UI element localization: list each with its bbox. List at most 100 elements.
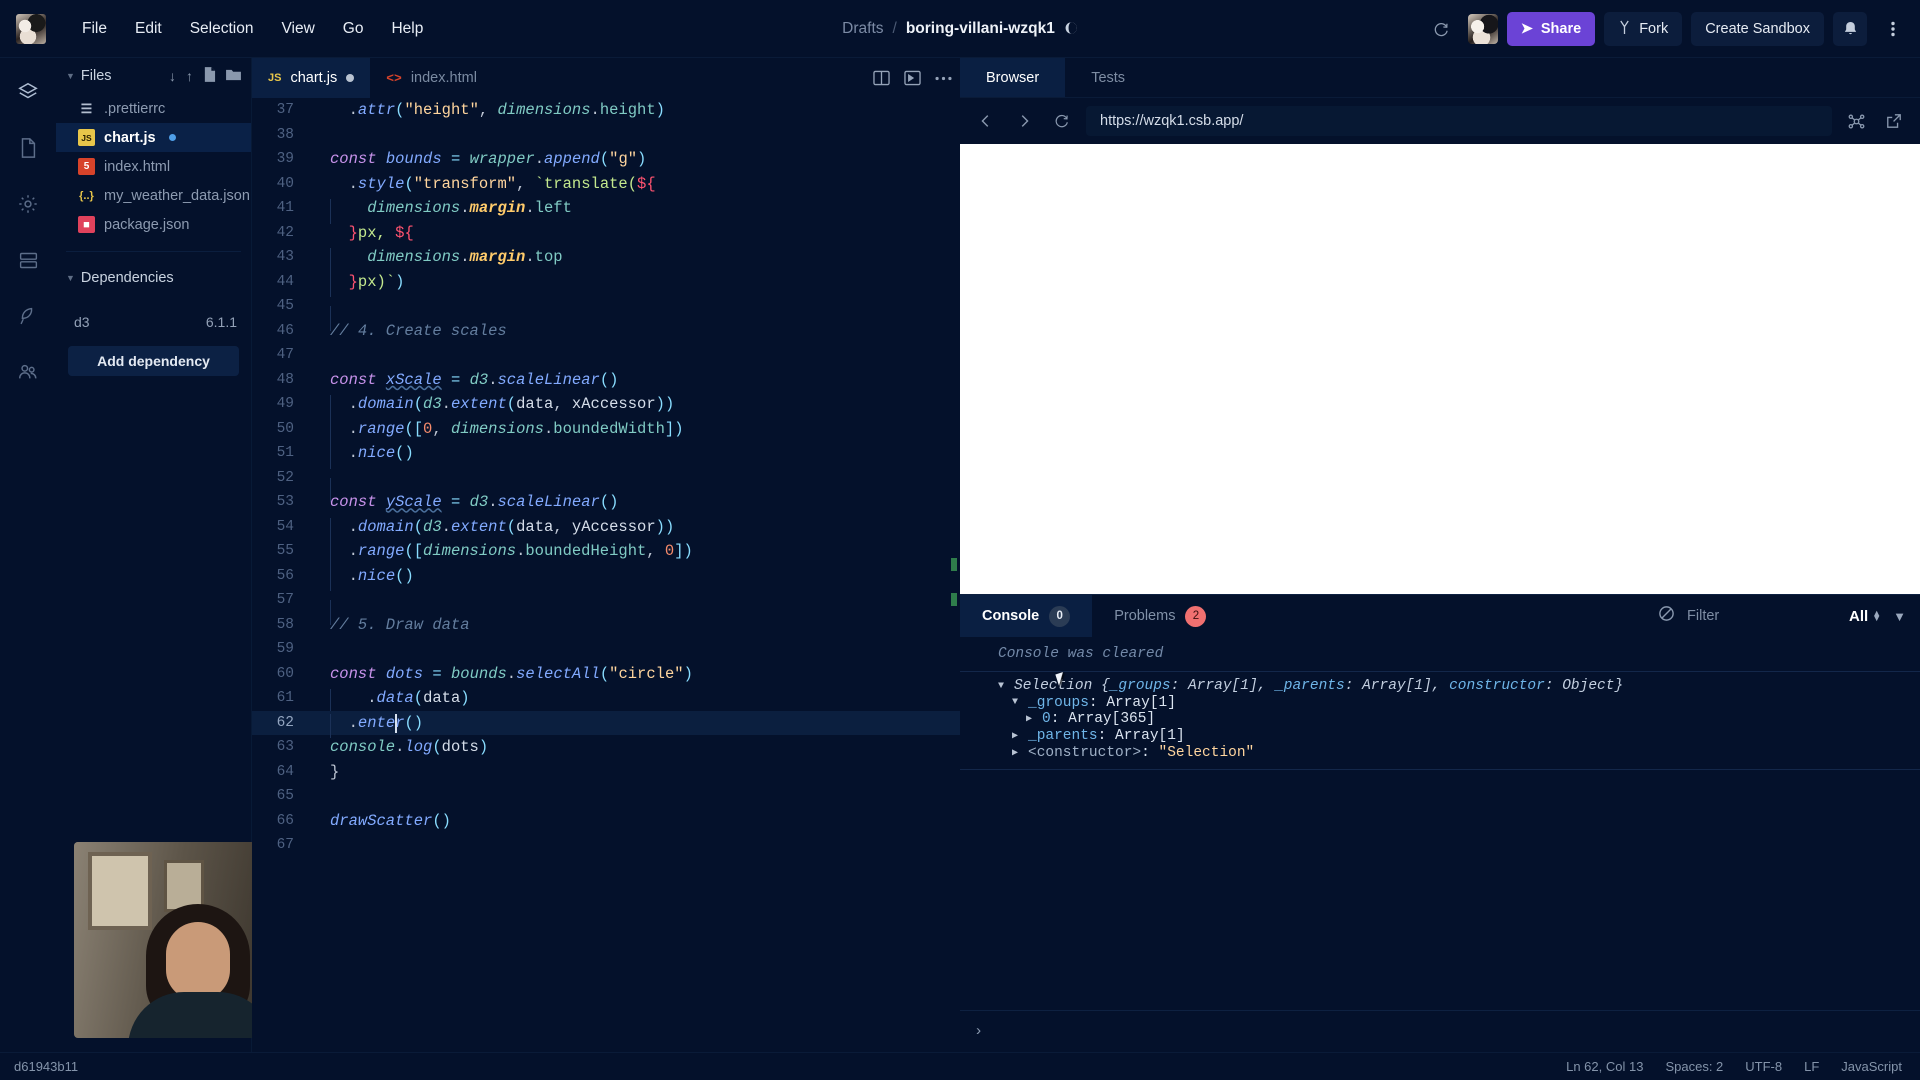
code-line[interactable]: 41 dimensions.margin.left [252, 196, 960, 224]
activity-settings-icon[interactable] [8, 184, 48, 224]
code-line[interactable]: 51 .nice() [252, 441, 960, 469]
chevron-down-icon[interactable]: ▼ [1893, 609, 1912, 624]
console-filter-input[interactable]: Filter [1687, 608, 1837, 624]
tab-tests[interactable]: Tests [1065, 58, 1151, 97]
code-line[interactable]: 62 .enter() [252, 710, 960, 739]
status-indentation[interactable]: Spaces: 2 [1665, 1059, 1723, 1074]
status-cursor-position[interactable]: Ln 62, Col 13 [1566, 1059, 1643, 1074]
expanded-triangle-icon[interactable]: ▼ [1012, 697, 1022, 708]
activity-explorer-icon[interactable] [8, 72, 48, 112]
console-output[interactable]: Console was cleared ▼ Selection {_groups:… [960, 637, 1920, 1011]
file-item-index-html[interactable]: 5 index.html [56, 152, 251, 181]
code-line[interactable]: 53 const yScale = d3.scaleLinear() [252, 490, 960, 515]
unsaved-indicator-dot[interactable] [346, 74, 355, 82]
breadcrumb-workspace[interactable]: Drafts [842, 20, 883, 38]
file-item-package-json[interactable]: ■ package.json [56, 210, 251, 239]
tab-browser[interactable]: Browser [960, 58, 1066, 97]
kebab-menu-icon[interactable] [1876, 12, 1910, 46]
new-folder-icon[interactable] [226, 68, 241, 84]
dependencies-panel-header[interactable]: ▼ Dependencies [56, 260, 251, 296]
breadcrumb-sandbox-name[interactable]: boring-villani-wzqk1 [906, 20, 1055, 38]
open-external-icon[interactable] [1880, 107, 1908, 135]
status-encoding[interactable]: UTF-8 [1745, 1059, 1782, 1074]
status-line-ending[interactable]: LF [1804, 1059, 1819, 1074]
app-logo-icon[interactable] [16, 13, 46, 44]
share-button[interactable]: ➤ Share [1506, 12, 1596, 46]
devtools-icon[interactable] [1842, 107, 1870, 135]
download-icon[interactable]: ↓ [169, 68, 176, 84]
file-item-weather-data-json[interactable]: {..} my_weather_data.json [56, 181, 251, 210]
reload-icon[interactable] [1048, 107, 1076, 135]
file-item-prettierrc[interactable]: ☰ .prettierrc [56, 94, 251, 123]
fork-button[interactable]: Fork [1604, 12, 1683, 46]
code-line[interactable]: 38 [252, 123, 960, 148]
user-avatar[interactable] [1467, 14, 1498, 44]
console-log-row[interactable]: ▶ 0: Array[365] [960, 711, 1920, 728]
new-file-icon[interactable] [203, 67, 216, 85]
console-log-row[interactable]: ▶ <constructor>: "Selection" [960, 744, 1920, 761]
activity-live-icon[interactable] [8, 352, 48, 392]
code-line[interactable]: 65 [252, 784, 960, 809]
code-line[interactable]: 64} [252, 760, 960, 785]
menu-item-edit[interactable]: Edit [121, 14, 176, 44]
expanded-triangle-icon[interactable]: ▼ [998, 681, 1008, 692]
code-line[interactable]: 39 const bounds = wrapper.append("g") [252, 147, 960, 172]
create-sandbox-button[interactable]: Create Sandbox [1691, 12, 1824, 46]
editor-tab-chart-js[interactable]: JS chart.js [252, 58, 371, 98]
bell-icon[interactable] [1833, 12, 1867, 46]
code-line[interactable]: 59 [252, 637, 960, 662]
refresh-icon[interactable] [1425, 12, 1459, 46]
activity-deploy-icon[interactable] [8, 296, 48, 336]
collapsed-triangle-icon[interactable]: ▶ [1012, 747, 1022, 759]
menu-item-selection[interactable]: Selection [176, 14, 268, 44]
code-line[interactable]: 37 .attr("height", dimensions.height) [252, 98, 960, 123]
tab-console[interactable]: Console 0 [960, 595, 1093, 637]
collapsed-triangle-icon[interactable]: ▶ [1026, 713, 1036, 725]
code-line[interactable]: 63 console.log(dots) [252, 735, 960, 760]
code-line[interactable]: 42 }px, ${ [252, 221, 960, 246]
forward-arrow-icon[interactable] [1010, 107, 1038, 135]
console-log-row[interactable]: ▼ _groups: Array[1] [960, 695, 1920, 712]
browser-preview-frame[interactable] [960, 144, 1920, 594]
code-line[interactable]: 44 }px)`) [252, 270, 960, 298]
code-line[interactable]: 57 [252, 588, 960, 625]
console-level-select[interactable]: All ▲ ▼ [1849, 608, 1881, 625]
activity-files-icon[interactable] [8, 128, 48, 168]
open-preview-icon[interactable] [904, 70, 921, 86]
code-line[interactable]: 67 [252, 833, 960, 858]
editor-more-icon[interactable] [935, 76, 952, 81]
console-log-entry[interactable]: ▼ Selection {_groups: Array[1], _parents:… [960, 671, 1920, 770]
code-line[interactable]: 54 .domain(d3.extent(data, yAccessor)) [252, 515, 960, 543]
code-line[interactable]: 60 const dots = bounds.selectAll("circle"… [252, 662, 960, 687]
code-line[interactable]: 40 .style("transform", `translate(${ [252, 172, 960, 197]
code-line[interactable]: 52 [252, 466, 960, 503]
dependency-row-d3[interactable]: d3 6.1.1 [56, 308, 251, 336]
clear-console-icon[interactable] [1658, 605, 1675, 627]
file-item-chart-js[interactable]: JS chart.js [56, 123, 251, 152]
menu-item-view[interactable]: View [267, 14, 328, 44]
code-line[interactable]: 61 .data(data) [252, 686, 960, 714]
activity-server-icon[interactable] [8, 240, 48, 280]
tab-problems[interactable]: Problems 2 [1092, 595, 1228, 637]
menu-item-file[interactable]: File [68, 14, 121, 44]
collapsed-triangle-icon[interactable]: ▶ [1012, 730, 1022, 742]
status-commit-hash[interactable]: d61943b11 [14, 1059, 78, 1074]
code-line[interactable]: 45 [252, 294, 960, 331]
code-line[interactable]: 56 .nice() [252, 564, 960, 592]
add-dependency-button[interactable]: Add dependency [68, 346, 239, 376]
code-editor[interactable]: 37 .attr("height", dimensions.height) 38 3… [252, 98, 960, 1052]
code-line[interactable]: 50 .range([0, dimensions.boundedWidth]) [252, 417, 960, 445]
upload-icon[interactable]: ↑ [186, 68, 193, 84]
code-line[interactable]: 48 const xScale = d3.scaleLinear() [252, 368, 960, 393]
status-language-mode[interactable]: JavaScript [1841, 1059, 1902, 1074]
split-editor-icon[interactable] [873, 70, 890, 86]
menu-item-help[interactable]: Help [377, 14, 437, 44]
files-panel-header[interactable]: ▼ Files ↓ ↑ [56, 58, 251, 94]
menu-item-go[interactable]: Go [329, 14, 378, 44]
code-line[interactable]: 49 .domain(d3.extent(data, xAccessor)) [252, 392, 960, 420]
code-line[interactable]: 47 [252, 343, 960, 368]
code-line[interactable]: 66 drawScatter() [252, 809, 960, 834]
code-line[interactable]: 55 .range([dimensions.boundedHeight, 0]) [252, 539, 960, 567]
console-log-row[interactable]: ▼ Selection {_groups: Array[1], _parents:… [960, 678, 1920, 695]
code-line[interactable]: 58 // 5. Draw data [252, 613, 960, 638]
